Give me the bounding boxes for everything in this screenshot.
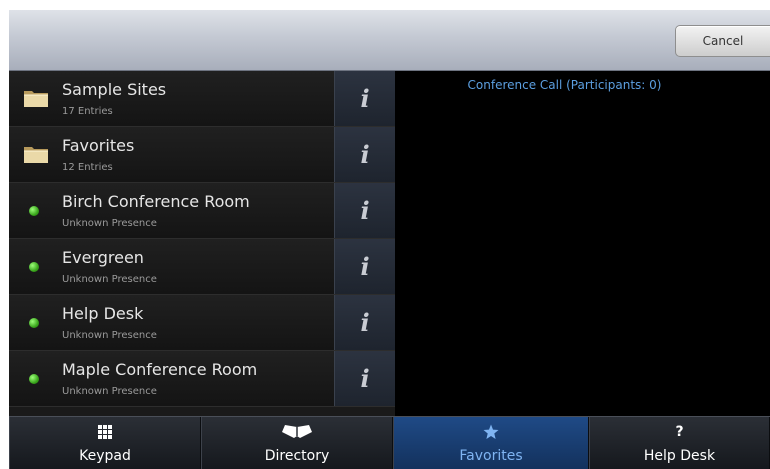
list-item-help-desk[interactable]: Help Desk Unknown Presence i: [9, 295, 395, 351]
tab-keypad[interactable]: Keypad: [9, 417, 201, 469]
tab-label: Favorites: [459, 448, 523, 464]
presence-icon: [29, 374, 39, 384]
folder-icon: [24, 147, 48, 163]
info-button[interactable]: i: [334, 239, 395, 294]
tab-directory[interactable]: Directory: [201, 417, 393, 469]
entry-title: Help Desk: [62, 304, 144, 323]
tab-label: Help Desk: [643, 448, 716, 464]
list-item-favorites[interactable]: Favorites 12 Entries i: [9, 127, 395, 183]
directory-list: Sample Sites 17 Entries i Favorites 12 E…: [9, 71, 395, 416]
info-button[interactable]: i: [334, 127, 395, 182]
list-item-evergreen[interactable]: Evergreen Unknown Presence i: [9, 239, 395, 295]
info-button[interactable]: i: [334, 183, 395, 238]
conference-panel: Conference Call (Participants: 0): [395, 71, 770, 416]
list-scroll-edge: [9, 407, 395, 416]
info-button[interactable]: i: [334, 295, 395, 350]
bottom-nav: Keypad Directory Favorites ? Help Desk: [9, 416, 770, 469]
book-icon: [282, 425, 312, 438]
entry-title: Sample Sites: [62, 80, 167, 99]
presence-icon: [29, 206, 39, 216]
conference-title: Conference Call (Participants: 0): [467, 78, 662, 92]
entry-title: Birch Conference Room: [62, 192, 250, 211]
entry-subtitle: Unknown Presence: [62, 330, 157, 341]
list-item-maple-conference-room[interactable]: Maple Conference Room Unknown Presence i: [9, 351, 395, 407]
entry-subtitle: 12 Entries: [62, 162, 113, 173]
entry-subtitle: Unknown Presence: [62, 218, 157, 229]
entry-subtitle: 17 Entries: [62, 106, 113, 117]
header-bar: Cancel: [9, 10, 770, 71]
entry-subtitle: Unknown Presence: [62, 386, 157, 397]
entry-title: Favorites: [62, 136, 135, 155]
presence-icon: [29, 262, 39, 272]
entry-title: Evergreen: [62, 248, 144, 267]
keypad-icon: [98, 425, 112, 439]
tab-label: Keypad: [79, 448, 131, 464]
info-button[interactable]: i: [334, 71, 395, 126]
tab-help-desk[interactable]: ? Help Desk: [589, 417, 770, 469]
entry-title: Maple Conference Room: [62, 360, 258, 379]
tab-label: Directory: [264, 448, 330, 464]
question-icon: ?: [675, 424, 684, 440]
list-item-sample-sites[interactable]: Sample Sites 17 Entries i: [9, 71, 395, 127]
tab-favorites[interactable]: Favorites: [393, 417, 589, 469]
info-button[interactable]: i: [334, 351, 395, 406]
star-icon: [483, 424, 499, 439]
presence-icon: [29, 318, 39, 328]
cancel-button[interactable]: Cancel: [675, 25, 770, 57]
list-item-birch-conference-room[interactable]: Birch Conference Room Unknown Presence i: [9, 183, 395, 239]
folder-icon: [24, 91, 48, 107]
entry-subtitle: Unknown Presence: [62, 274, 157, 285]
screen: Cancel Sample Sites 17 Entries i Favorit…: [9, 10, 770, 469]
